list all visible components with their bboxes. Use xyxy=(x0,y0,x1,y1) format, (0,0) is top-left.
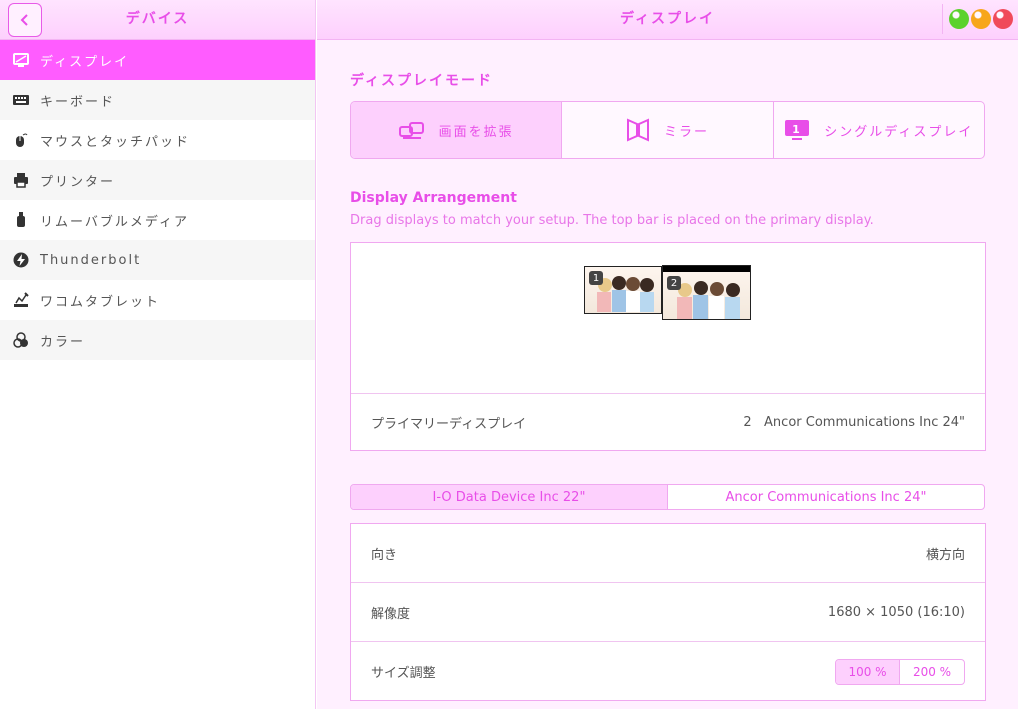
sidebar-item-removable-media[interactable]: リムーバブルメディア xyxy=(0,200,315,240)
monitor-2-number: 2 xyxy=(667,276,681,290)
monitor-2[interactable]: 2 xyxy=(662,265,751,320)
sidebar-item-label: キーボード xyxy=(40,94,116,110)
resolution-value[interactable]: 1680 × 1050 (16:10) xyxy=(828,605,965,620)
scale-selector: 100 % 200 % xyxy=(835,658,965,685)
sidebar-item-label: マウスとタッチパッド xyxy=(40,134,191,150)
color-icon xyxy=(12,331,30,349)
svg-text:1: 1 xyxy=(792,123,802,136)
sidebar-item-label: カラー xyxy=(40,334,86,350)
monitor-1[interactable]: 1 xyxy=(584,266,662,314)
monitor-1-number: 1 xyxy=(589,271,603,285)
primary-top-bar xyxy=(663,266,750,272)
arrangement-description: Drag displays to match your setup. The t… xyxy=(350,213,874,228)
sidebar-title: デバイス xyxy=(125,11,190,27)
page-title: ディスプレイ xyxy=(619,11,716,27)
single-display-icon: 1 xyxy=(785,120,810,140)
main-header: ディスプレイ xyxy=(317,0,1018,40)
tablet-icon xyxy=(12,291,30,309)
orientation-label: 向き xyxy=(371,547,398,563)
primary-display-value: 2 Ancor Communications Inc 24" xyxy=(743,414,965,430)
primary-display-label: プライマリーディスプレイ xyxy=(371,416,527,432)
close-button[interactable] xyxy=(992,9,1013,29)
mode-mirror-label: ミラー xyxy=(663,124,709,140)
primary-display-row[interactable]: プライマリーディスプレイ 2 Ancor Communications Inc … xyxy=(351,394,985,450)
sidebar-item-color[interactable]: カラー xyxy=(0,320,315,360)
mouse-icon xyxy=(12,131,30,149)
scale-row: サイズ調整 100 % 200 % xyxy=(351,642,985,701)
sidebar-item-display[interactable]: ディスプレイ xyxy=(0,40,315,80)
sidebar-item-keyboard[interactable]: キーボード xyxy=(0,80,315,120)
mirror-icon xyxy=(626,118,649,142)
display-mode-title: ディスプレイモード xyxy=(350,73,494,89)
display-mode-selector: 画面を拡張 ミラー 1 シングルディスプレイ xyxy=(350,101,985,159)
scale-200-button[interactable]: 200 % xyxy=(900,660,964,684)
mode-join-label: 画面を拡張 xyxy=(438,124,514,140)
sidebar-item-wacom[interactable]: ワコムタブレット xyxy=(0,280,315,320)
thunderbolt-icon xyxy=(12,251,30,269)
sidebar-item-label: Thunderbolt xyxy=(40,252,142,268)
join-displays-icon xyxy=(398,122,424,139)
display-icon xyxy=(12,51,30,69)
sidebar-item-label: リムーバブルメディア xyxy=(40,214,189,230)
mode-single-label: シングルディスプレイ xyxy=(824,124,974,140)
back-button[interactable] xyxy=(8,3,42,37)
arrangement-panel: 1 2 プライマリーディスプレイ 2 Ancor Communications … xyxy=(350,242,986,451)
sidebar-nav: ディスプレイ キーボード マウスとタッチパッド プリンター リムーバブルメディア xyxy=(0,40,315,360)
mode-join-button[interactable]: 画面を拡張 xyxy=(351,102,563,158)
usb-drive-icon xyxy=(12,211,30,229)
sidebar-item-label: ワコムタブレット xyxy=(40,294,161,310)
minimize-button[interactable] xyxy=(948,9,969,29)
arrangement-title: Display Arrangement xyxy=(350,190,517,206)
sidebar-item-printer[interactable]: プリンター xyxy=(0,160,315,200)
sidebar-item-thunderbolt[interactable]: Thunderbolt xyxy=(0,240,315,280)
mode-single-button[interactable]: 1 シングルディスプレイ xyxy=(774,102,984,158)
sidebar: デバイス ディスプレイ キーボード マウスとタッチパッド プリンター リムーバブ… xyxy=(0,0,316,709)
resolution-row[interactable]: 解像度 1680 × 1050 (16:10) xyxy=(351,583,985,642)
tab-display-1[interactable]: I-O Data Device Inc 22" xyxy=(351,485,668,509)
arrangement-canvas: 1 2 xyxy=(351,243,985,394)
chevron-left-icon xyxy=(20,14,28,26)
display-settings: 向き 横方向 解像度 1680 × 1050 (16:10) サイズ調整 100… xyxy=(350,523,986,701)
orientation-value[interactable]: 横方向 xyxy=(926,544,965,563)
main-panel: ディスプレイ ディスプレイモード 画面を拡張 ミラー 1 シングルディスプレイ … xyxy=(317,0,1018,709)
mode-mirror-button[interactable]: ミラー xyxy=(562,102,774,158)
printer-icon xyxy=(12,171,30,189)
wallpaper-image xyxy=(677,281,740,319)
display-tabs: I-O Data Device Inc 22" Ancor Communicat… xyxy=(350,484,985,510)
orientation-row[interactable]: 向き 横方向 xyxy=(351,524,985,583)
scale-100-button[interactable]: 100 % xyxy=(836,659,900,684)
resolution-label: 解像度 xyxy=(371,606,411,622)
sidebar-header: デバイス xyxy=(0,0,315,40)
scale-label: サイズ調整 xyxy=(371,666,436,681)
sidebar-item-label: ディスプレイ xyxy=(40,54,130,70)
maximize-button[interactable] xyxy=(970,9,991,29)
tab-display-2[interactable]: Ancor Communications Inc 24" xyxy=(668,485,984,509)
sidebar-item-mouse[interactable]: マウスとタッチパッド xyxy=(0,120,315,160)
sidebar-item-label: プリンター xyxy=(40,174,116,190)
window-controls xyxy=(942,4,1018,34)
keyboard-icon xyxy=(12,91,30,109)
